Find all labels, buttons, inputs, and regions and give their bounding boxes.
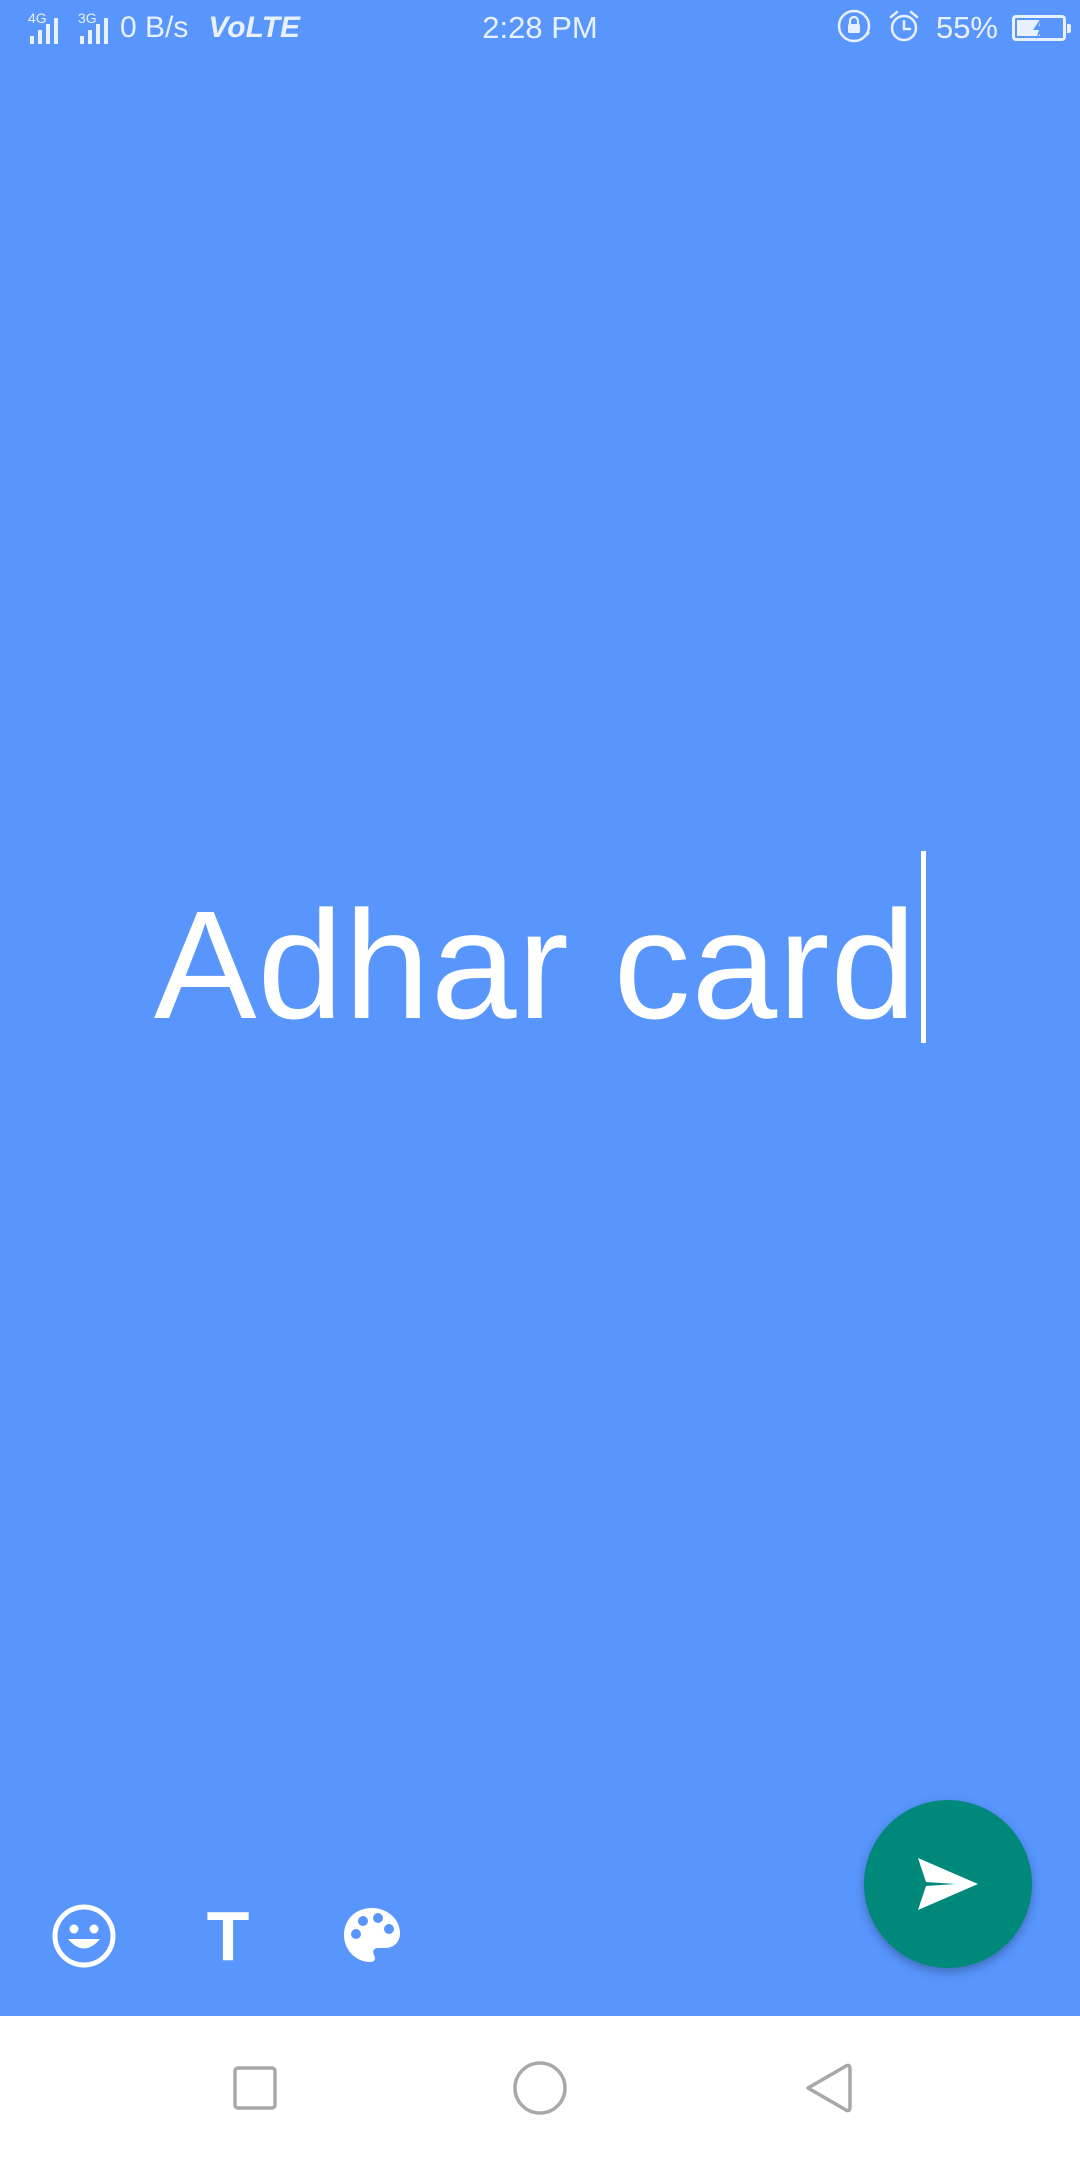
color-palette-button[interactable] bbox=[332, 1896, 412, 1976]
navigation-bar bbox=[0, 2016, 1080, 2160]
emoji-icon bbox=[52, 1904, 116, 1968]
back-button[interactable] bbox=[792, 2052, 864, 2124]
emoji-button[interactable] bbox=[44, 1896, 124, 1976]
battery-charging-icon bbox=[1012, 15, 1071, 41]
send-icon bbox=[918, 1858, 978, 1910]
recents-button[interactable] bbox=[219, 2052, 291, 2124]
back-triangle-icon bbox=[806, 2063, 852, 2113]
palette-icon bbox=[344, 1908, 400, 1962]
home-circle-icon bbox=[513, 2061, 567, 2115]
send-button[interactable] bbox=[864, 1800, 1032, 1968]
status-text-editor[interactable]: Adhar card bbox=[0, 851, 1080, 1070]
status-text[interactable]: Adhar card bbox=[154, 888, 917, 1042]
alarm-icon bbox=[886, 8, 922, 49]
status-bar: 4G 3G 0 B/s VoLTE 2:28 PM 55% bbox=[0, 0, 1080, 56]
status-right: 55% bbox=[836, 8, 1071, 49]
text-status-composer: 4G 3G 0 B/s VoLTE 2:28 PM 55% Adhar card… bbox=[0, 0, 1080, 2016]
text-style-button[interactable]: T bbox=[188, 1896, 268, 1976]
text-cursor bbox=[921, 851, 927, 1043]
rotation-lock-icon bbox=[836, 8, 872, 49]
battery-percent: 55% bbox=[935, 10, 998, 45]
text-style-icon: T bbox=[206, 1897, 250, 1975]
home-button[interactable] bbox=[504, 2052, 576, 2124]
recents-square-icon bbox=[233, 2066, 277, 2110]
